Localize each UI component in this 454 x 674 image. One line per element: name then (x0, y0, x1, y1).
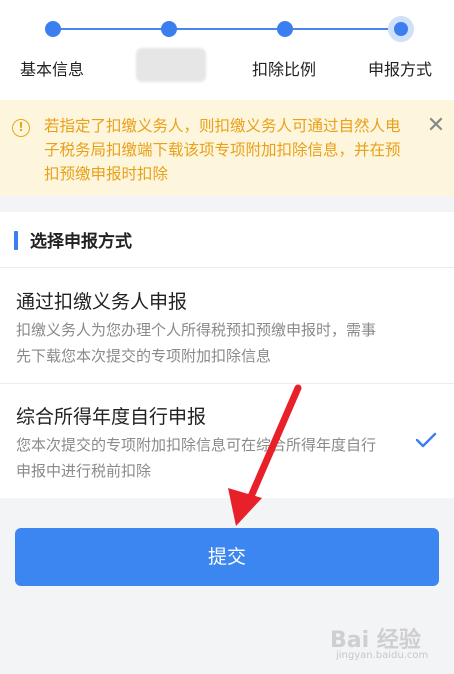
step-2-label-redacted (136, 48, 206, 82)
checkmark-icon (415, 432, 437, 448)
section-title: 选择申报方式 (30, 232, 132, 252)
step-4-current-dot-icon (388, 16, 414, 42)
close-icon[interactable]: ✕ (424, 114, 448, 138)
stepper-line-3 (285, 28, 401, 30)
option-description: 扣缴义务人为您办理个人所得税预扣预缴申报时，需事先下载您本次提交的专项附加扣除信… (16, 321, 377, 365)
stepper-line-1 (53, 28, 169, 30)
step-3-label: 扣除比例 (252, 60, 317, 79)
option-title: 综合所得年度自行申报 (16, 406, 207, 428)
step-1-dot-icon (45, 21, 61, 37)
section-header: 选择申报方式 (0, 212, 454, 268)
step-2-dot-icon (161, 21, 177, 37)
option-withholding-agent[interactable]: 通过扣缴义务人申报 扣缴义务人为您办理个人所得税预扣预缴申报时，需事先下载您本次… (0, 269, 454, 384)
step-3-dot-icon (277, 21, 293, 37)
section-accent-bar (14, 231, 18, 250)
progress-stepper: 基本信息 扣除比例 申报方式 (0, 0, 454, 100)
warning-icon: ! (12, 119, 30, 137)
notice-banner: ! 若指定了扣缴义务人，则扣缴义务人可通过自然人电子税务局扣缴端下载该项专项附加… (0, 100, 454, 196)
stepper-line-2 (169, 28, 285, 30)
option-title: 通过扣缴义务人申报 (16, 291, 188, 313)
watermark-subtext: jingyan.baidu.com (336, 650, 429, 661)
option-description: 您本次提交的专项附加扣除信息可在综合所得年度自行申报中进行税前扣除 (16, 436, 377, 480)
notice-text: 若指定了扣缴义务人，则扣缴义务人可通过自然人电子税务局扣缴端下载该项专项附加扣除… (44, 117, 401, 183)
submit-button[interactable]: 提交 (15, 528, 439, 586)
baidu-watermark: Bai 经验 jingyan.baidu.com (330, 618, 440, 666)
step-4-label: 申报方式 (368, 60, 433, 79)
step-1-label: 基本信息 (20, 60, 85, 79)
red-arrow-annotation-icon (228, 384, 302, 526)
